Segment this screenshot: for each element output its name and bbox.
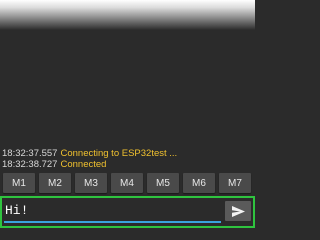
bottom-strip [0, 228, 255, 240]
log-message: Connecting to ESP32test ... [60, 148, 178, 159]
send-button[interactable] [225, 201, 251, 221]
log-timestamp: 18:32:38.727 [2, 159, 58, 170]
message-input[interactable]: Hi! [4, 201, 221, 223]
top-shade [0, 0, 255, 30]
log-message: Connected [60, 159, 107, 170]
macro-button-m7[interactable]: M7 [219, 173, 251, 193]
macro-button-m6[interactable]: M6 [183, 173, 215, 193]
macro-button-m3[interactable]: M3 [75, 173, 107, 193]
macro-button-bar: M1 M2 M3 M4 M5 M6 M7 [0, 173, 255, 195]
send-icon [231, 205, 245, 217]
terminal-log: 18:32:37.557 Connecting to ESP32test ...… [2, 148, 253, 170]
log-line: 18:32:37.557 Connecting to ESP32test ... [2, 148, 253, 159]
macro-button-m4[interactable]: M4 [111, 173, 143, 193]
macro-button-m1[interactable]: M1 [3, 173, 35, 193]
log-line: 18:32:38.727 Connected [2, 159, 253, 170]
macro-button-m2[interactable]: M2 [39, 173, 71, 193]
terminal-screen: 18:32:37.557 Connecting to ESP32test ...… [0, 0, 255, 240]
log-timestamp: 18:32:37.557 [2, 148, 58, 159]
send-input-bar: Hi! [0, 196, 255, 228]
macro-button-m5[interactable]: M5 [147, 173, 179, 193]
